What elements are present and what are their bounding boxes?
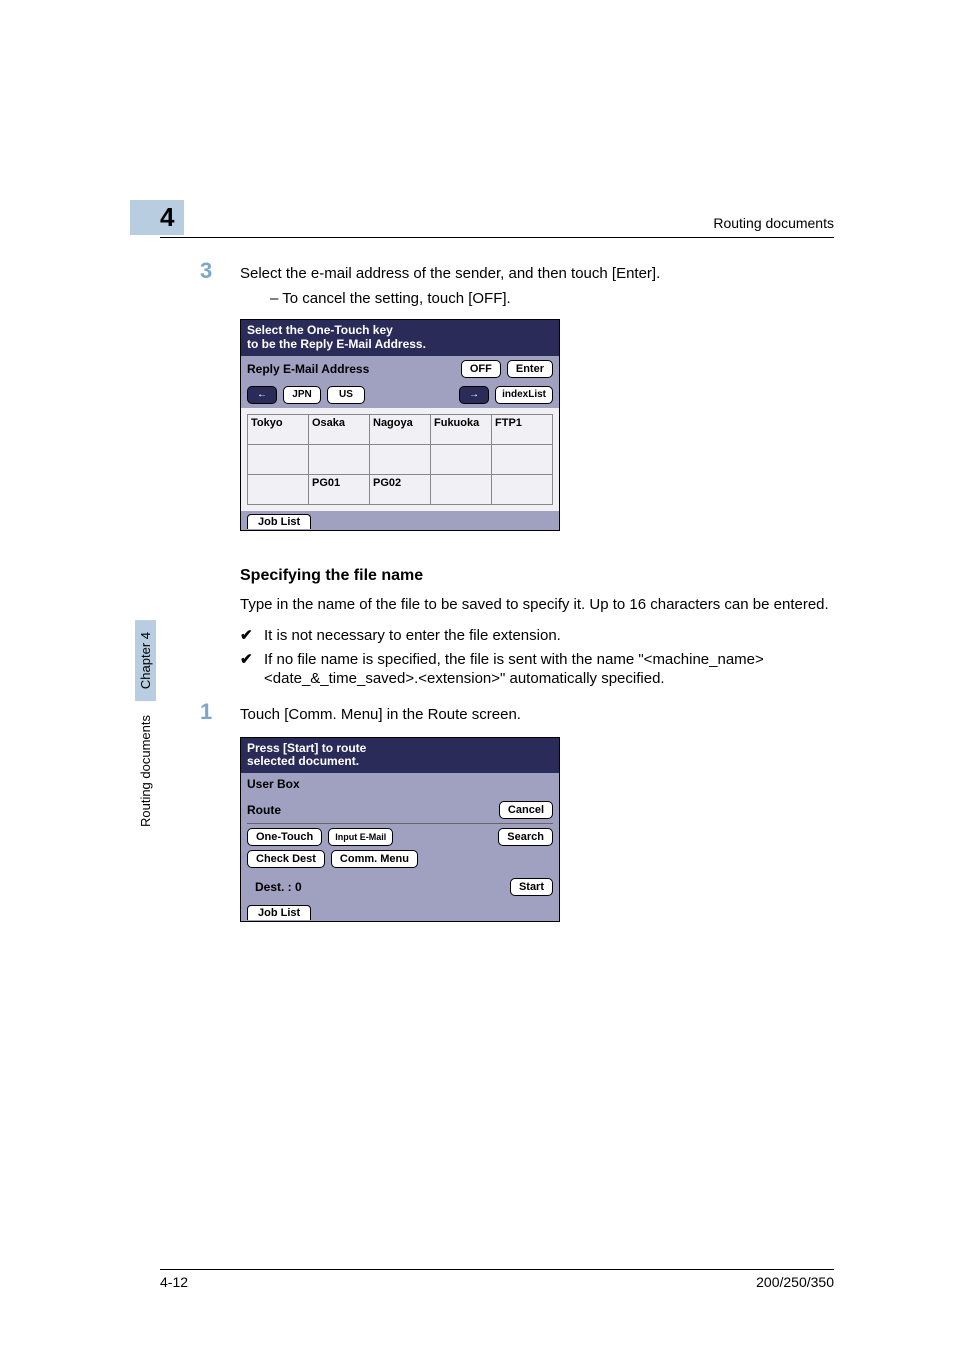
grid-cell[interactable]: Osaka: [309, 414, 370, 444]
off-button[interactable]: OFF: [461, 360, 501, 378]
cancel-button[interactable]: Cancel: [499, 801, 553, 819]
grid-cell[interactable]: [431, 444, 492, 474]
left-arrow-button[interactable]: ←: [247, 386, 277, 404]
grid-cell[interactable]: PG02: [370, 474, 431, 504]
step-1-text: Touch [Comm. Menu] in the Route screen.: [240, 706, 521, 723]
one-touch-button[interactable]: One-Touch: [247, 828, 322, 846]
input-email-button[interactable]: Input E-Mail: [328, 828, 393, 846]
grid-cell[interactable]: [431, 474, 492, 504]
route-label: Route: [247, 803, 281, 817]
grid-cell[interactable]: [309, 444, 370, 474]
check-dest-button[interactable]: Check Dest: [247, 850, 325, 868]
check-icon: ✔: [240, 626, 264, 646]
side-tab: Chapter 4 Routing documents: [132, 620, 158, 880]
chapter-badge: 4: [130, 200, 184, 235]
start-button[interactable]: Start: [510, 878, 553, 896]
step-3-substep: To cancel the setting, touch [OFF].: [270, 290, 834, 307]
arrow-left-icon: ←: [254, 389, 270, 400]
screen1-title-line1: Select the One-Touch key: [247, 323, 393, 337]
screen1-title: Select the One-Touch key to be the Reply…: [241, 320, 559, 356]
spec-filename-heading: Specifying the file name: [240, 567, 834, 585]
side-doc-label: Routing documents: [135, 701, 156, 841]
step-number-1: 1: [200, 699, 240, 725]
check-icon: ✔: [240, 650, 264, 689]
grid-cell[interactable]: [492, 444, 553, 474]
check-item-b: If no file name is specified, the file i…: [264, 650, 834, 689]
search-button[interactable]: Search: [498, 828, 553, 846]
grid-cell[interactable]: [248, 474, 309, 504]
grid-cell[interactable]: Nagoya: [370, 414, 431, 444]
model-numbers: 200/250/350: [756, 1274, 834, 1290]
dest-count-label: Dest. : 0: [255, 880, 302, 894]
grid-cell[interactable]: Tokyo: [248, 414, 309, 444]
grid-cell[interactable]: [248, 444, 309, 474]
page-header: 4 Routing documents: [160, 200, 834, 238]
grid-cell[interactable]: [370, 444, 431, 474]
screen2-title-line1: Press [Start] to route: [247, 741, 366, 755]
device-screen-reply-email: Select the One-Touch key to be the Reply…: [240, 319, 560, 531]
grid-cell[interactable]: PG01: [309, 474, 370, 504]
grid-cell[interactable]: FTP1: [492, 414, 553, 444]
screen2-title: Press [Start] to route selected document…: [241, 738, 559, 774]
job-list-tab[interactable]: Job List: [247, 514, 311, 529]
section-title: Routing documents: [713, 215, 834, 235]
side-chapter-label: Chapter 4: [135, 620, 156, 701]
arrow-right-icon: →: [466, 389, 482, 400]
one-touch-grid: Tokyo Osaka Nagoya Fukuoka FTP1 PG01 P: [247, 414, 553, 505]
userbox-label: User Box: [247, 777, 300, 791]
check-item-a: It is not necessary to enter the file ex…: [264, 626, 834, 646]
page-number: 4-12: [160, 1274, 188, 1290]
grid-cell[interactable]: [492, 474, 553, 504]
grid-cell[interactable]: Fukuoka: [431, 414, 492, 444]
spec-filename-para: Type in the name of the file to be saved…: [240, 595, 834, 615]
step-number-3: 3: [200, 258, 240, 284]
page-footer: 4-12 200/250/350: [160, 1269, 834, 1290]
reply-email-label: Reply E-Mail Address: [247, 362, 369, 376]
job-list-tab[interactable]: Job List: [247, 905, 311, 920]
screen1-title-line2: to be the Reply E-Mail Address.: [247, 337, 426, 351]
us-tab[interactable]: US: [327, 386, 365, 404]
comm-menu-button[interactable]: Comm. Menu: [331, 850, 418, 868]
indexlist-button[interactable]: indexList: [495, 386, 553, 404]
screen2-title-line2: selected document.: [247, 754, 359, 768]
enter-button[interactable]: Enter: [507, 360, 553, 378]
right-arrow-button[interactable]: →: [459, 386, 489, 404]
device-screen-route: Press [Start] to route selected document…: [240, 737, 560, 923]
jpn-tab[interactable]: JPN: [283, 386, 321, 404]
step-3-text: Select the e-mail address of the sender,…: [240, 265, 660, 282]
